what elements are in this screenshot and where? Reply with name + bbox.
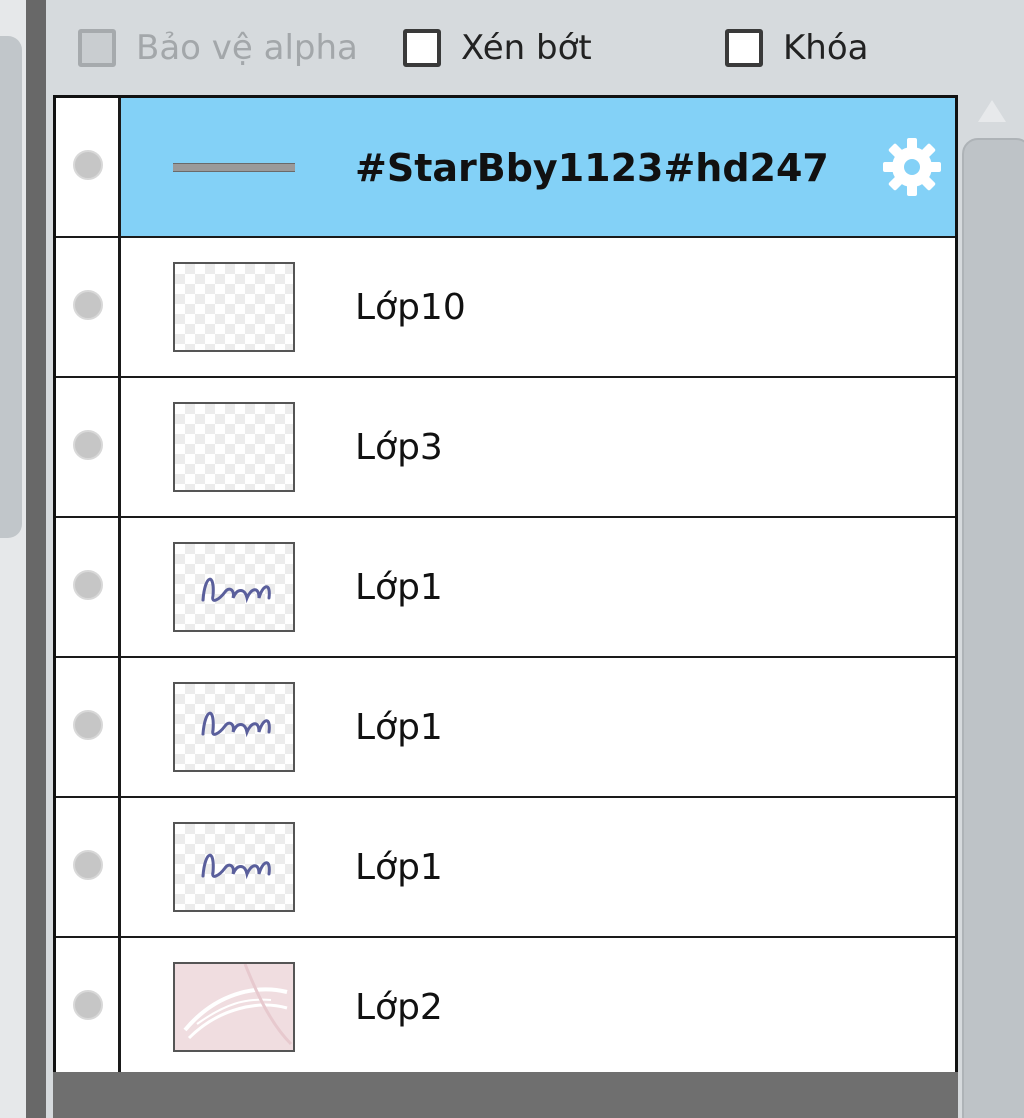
lock-checkbox[interactable] xyxy=(725,29,763,67)
script-text-thumbnail-art xyxy=(201,577,271,604)
scroll-up-arrow-icon[interactable] xyxy=(978,100,1006,122)
layers-panel: Bảo vệ alpha Xén bớt Khóa #StarBby1123#h… xyxy=(0,0,1024,1118)
layer-thumbnail xyxy=(173,122,295,212)
visibility-dot-icon[interactable] xyxy=(73,850,103,880)
visibility-cell[interactable] xyxy=(56,378,121,516)
visibility-cell[interactable] xyxy=(56,798,121,936)
visibility-cell[interactable] xyxy=(56,938,121,1078)
visibility-cell[interactable] xyxy=(56,518,121,656)
layer-thumbnail xyxy=(173,822,295,912)
visibility-cell[interactable] xyxy=(56,98,121,236)
layer-thumbnail xyxy=(173,262,295,352)
layer-main-cell[interactable]: Lớp10 xyxy=(121,238,955,376)
layer-name: Lớp3 xyxy=(355,427,443,468)
layer-row[interactable]: Lớp2 xyxy=(56,938,955,1078)
panel-divider[interactable] xyxy=(26,0,46,1118)
layer-thumbnail xyxy=(173,402,295,492)
layer-main-cell[interactable]: Lớp1 xyxy=(121,518,955,656)
left-panel xyxy=(0,0,26,1118)
layer-row[interactable]: Lớp1 xyxy=(56,798,955,938)
layer-row[interactable]: Lớp1 xyxy=(56,518,955,658)
visibility-dot-icon[interactable] xyxy=(73,710,103,740)
visibility-dot-icon[interactable] xyxy=(73,990,103,1020)
layer-main-cell[interactable]: #StarBby1123#hd247 xyxy=(121,98,955,236)
visibility-dot-icon[interactable] xyxy=(73,150,103,180)
layer-row[interactable]: Lớp3 xyxy=(56,378,955,518)
lock-label[interactable]: Khóa xyxy=(783,28,868,68)
clip-label[interactable]: Xén bớt xyxy=(461,28,592,68)
layer-name: Lớp1 xyxy=(355,847,443,888)
lock-option[interactable]: Khóa xyxy=(725,24,868,72)
layer-list: #StarBby1123#hd247 Lớp10 Lớp3 Lớp1 Lớp1 … xyxy=(53,95,958,1078)
visibility-cell[interactable] xyxy=(56,238,121,376)
script-text-thumbnail-art xyxy=(201,711,271,738)
script-text-thumbnail-art xyxy=(201,853,271,880)
visibility-cell[interactable] xyxy=(56,658,121,796)
layer-thumbnail xyxy=(173,962,295,1052)
layer-list-scrollbar-thumb[interactable] xyxy=(962,138,1024,1118)
layer-row[interactable]: #StarBby1123#hd247 xyxy=(56,98,955,238)
layer-name: Lớp2 xyxy=(355,987,443,1028)
layer-name: Lớp1 xyxy=(355,567,443,608)
layer-list-bottom-strip xyxy=(53,1072,958,1118)
layer-row[interactable]: Lớp1 xyxy=(56,658,955,798)
layer-main-cell[interactable]: Lớp1 xyxy=(121,658,955,796)
thumbnail-line xyxy=(173,163,295,172)
clip-option[interactable]: Xén bớt xyxy=(403,24,592,72)
alpha-protect-option: Bảo vệ alpha xyxy=(78,24,358,72)
pink-swoosh-thumbnail-art xyxy=(183,964,293,1046)
layer-name: Lớp10 xyxy=(355,287,466,328)
layer-thumbnail xyxy=(173,542,295,632)
layer-main-cell[interactable]: Lớp3 xyxy=(121,378,955,516)
layer-name: Lớp1 xyxy=(355,707,443,748)
layer-main-cell[interactable]: Lớp1 xyxy=(121,798,955,936)
clip-checkbox[interactable] xyxy=(403,29,441,67)
layer-options-bar: Bảo vệ alpha Xén bớt Khóa xyxy=(46,0,1024,96)
visibility-dot-icon[interactable] xyxy=(73,570,103,600)
alpha-protect-label: Bảo vệ alpha xyxy=(136,28,358,68)
layer-thumbnail xyxy=(173,682,295,772)
alpha-protect-checkbox xyxy=(78,29,116,67)
layer-main-cell[interactable]: Lớp2 xyxy=(121,938,955,1078)
gear-icon[interactable] xyxy=(879,134,945,200)
visibility-dot-icon[interactable] xyxy=(73,290,103,320)
layer-name: #StarBby1123#hd247 xyxy=(355,146,829,190)
left-scrollbar-thumb[interactable] xyxy=(0,36,22,538)
visibility-dot-icon[interactable] xyxy=(73,430,103,460)
layer-row[interactable]: Lớp10 xyxy=(56,238,955,378)
